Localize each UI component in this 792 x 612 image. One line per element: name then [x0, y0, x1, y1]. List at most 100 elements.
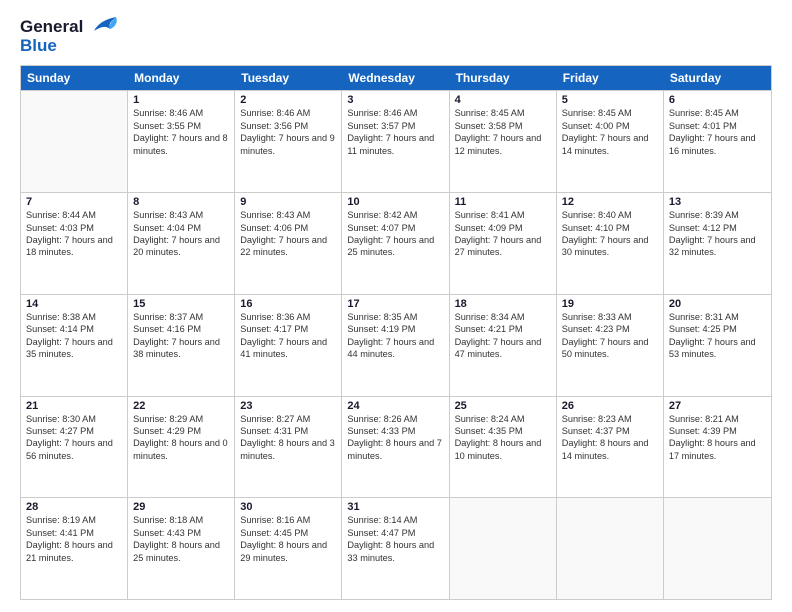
day-number: 31	[347, 501, 443, 513]
day-number: 9	[240, 196, 336, 208]
cal-header-saturday: Saturday	[664, 66, 771, 90]
daylight-text: Daylight: 7 hours and 16 minutes.	[669, 132, 766, 157]
sunrise-text: Sunrise: 8:46 AM	[133, 107, 229, 119]
day-number: 7	[26, 196, 122, 208]
sunrise-text: Sunrise: 8:31 AM	[669, 311, 766, 323]
cal-cell	[557, 498, 664, 599]
cal-cell: 10Sunrise: 8:42 AMSunset: 4:07 PMDayligh…	[342, 193, 449, 294]
sunset-text: Sunset: 4:09 PM	[455, 222, 551, 234]
cal-cell: 1Sunrise: 8:46 AMSunset: 3:55 PMDaylight…	[128, 91, 235, 192]
calendar-body: 1Sunrise: 8:46 AMSunset: 3:55 PMDaylight…	[21, 90, 771, 599]
sunrise-text: Sunrise: 8:14 AM	[347, 514, 443, 526]
daylight-text: Daylight: 7 hours and 18 minutes.	[26, 234, 122, 259]
cal-cell	[664, 498, 771, 599]
cal-cell: 28Sunrise: 8:19 AMSunset: 4:41 PMDayligh…	[21, 498, 128, 599]
sunrise-text: Sunrise: 8:43 AM	[133, 209, 229, 221]
day-number: 12	[562, 196, 658, 208]
sunset-text: Sunset: 4:41 PM	[26, 527, 122, 539]
sunset-text: Sunset: 3:57 PM	[347, 120, 443, 132]
sunrise-text: Sunrise: 8:34 AM	[455, 311, 551, 323]
sunrise-text: Sunrise: 8:19 AM	[26, 514, 122, 526]
cal-row-3: 14Sunrise: 8:38 AMSunset: 4:14 PMDayligh…	[21, 294, 771, 396]
cal-cell	[21, 91, 128, 192]
sunset-text: Sunset: 4:45 PM	[240, 527, 336, 539]
sunset-text: Sunset: 4:29 PM	[133, 425, 229, 437]
sunrise-text: Sunrise: 8:26 AM	[347, 413, 443, 425]
sunrise-text: Sunrise: 8:36 AM	[240, 311, 336, 323]
daylight-text: Daylight: 7 hours and 50 minutes.	[562, 336, 658, 361]
sunset-text: Sunset: 4:35 PM	[455, 425, 551, 437]
day-number: 13	[669, 196, 766, 208]
cal-cell: 8Sunrise: 8:43 AMSunset: 4:04 PMDaylight…	[128, 193, 235, 294]
cal-row-1: 1Sunrise: 8:46 AMSunset: 3:55 PMDaylight…	[21, 90, 771, 192]
sunrise-text: Sunrise: 8:16 AM	[240, 514, 336, 526]
sunset-text: Sunset: 4:27 PM	[26, 425, 122, 437]
day-number: 21	[26, 400, 122, 412]
cal-header-thursday: Thursday	[450, 66, 557, 90]
sunrise-text: Sunrise: 8:21 AM	[669, 413, 766, 425]
day-number: 10	[347, 196, 443, 208]
day-number: 11	[455, 196, 551, 208]
sunset-text: Sunset: 4:25 PM	[669, 323, 766, 335]
sunset-text: Sunset: 4:37 PM	[562, 425, 658, 437]
sunset-text: Sunset: 4:06 PM	[240, 222, 336, 234]
day-number: 29	[133, 501, 229, 513]
sunset-text: Sunset: 3:56 PM	[240, 120, 336, 132]
cal-header-sunday: Sunday	[21, 66, 128, 90]
daylight-text: Daylight: 7 hours and 27 minutes.	[455, 234, 551, 259]
sunrise-text: Sunrise: 8:27 AM	[240, 413, 336, 425]
sunset-text: Sunset: 4:10 PM	[562, 222, 658, 234]
sunrise-text: Sunrise: 8:23 AM	[562, 413, 658, 425]
cal-cell: 14Sunrise: 8:38 AMSunset: 4:14 PMDayligh…	[21, 295, 128, 396]
logo-bird-icon	[90, 13, 118, 37]
cal-cell: 20Sunrise: 8:31 AMSunset: 4:25 PMDayligh…	[664, 295, 771, 396]
sunrise-text: Sunrise: 8:33 AM	[562, 311, 658, 323]
day-number: 2	[240, 94, 336, 106]
day-number: 20	[669, 298, 766, 310]
cal-row-4: 21Sunrise: 8:30 AMSunset: 4:27 PMDayligh…	[21, 396, 771, 498]
logo-blue: Blue	[20, 37, 118, 56]
daylight-text: Daylight: 8 hours and 10 minutes.	[455, 437, 551, 462]
daylight-text: Daylight: 7 hours and 32 minutes.	[669, 234, 766, 259]
sunrise-text: Sunrise: 8:45 AM	[455, 107, 551, 119]
daylight-text: Daylight: 8 hours and 3 minutes.	[240, 437, 336, 462]
calendar: SundayMondayTuesdayWednesdayThursdayFrid…	[20, 65, 772, 600]
logo-general: General	[20, 18, 118, 37]
sunrise-text: Sunrise: 8:46 AM	[347, 107, 443, 119]
cal-cell: 23Sunrise: 8:27 AMSunset: 4:31 PMDayligh…	[235, 397, 342, 498]
sunrise-text: Sunrise: 8:24 AM	[455, 413, 551, 425]
day-number: 6	[669, 94, 766, 106]
sunset-text: Sunset: 4:07 PM	[347, 222, 443, 234]
cal-cell: 3Sunrise: 8:46 AMSunset: 3:57 PMDaylight…	[342, 91, 449, 192]
sunrise-text: Sunrise: 8:29 AM	[133, 413, 229, 425]
daylight-text: Daylight: 7 hours and 35 minutes.	[26, 336, 122, 361]
sunrise-text: Sunrise: 8:30 AM	[26, 413, 122, 425]
sunrise-text: Sunrise: 8:37 AM	[133, 311, 229, 323]
sunrise-text: Sunrise: 8:45 AM	[562, 107, 658, 119]
daylight-text: Daylight: 7 hours and 25 minutes.	[347, 234, 443, 259]
sunrise-text: Sunrise: 8:41 AM	[455, 209, 551, 221]
cal-cell: 26Sunrise: 8:23 AMSunset: 4:37 PMDayligh…	[557, 397, 664, 498]
day-number: 30	[240, 501, 336, 513]
daylight-text: Daylight: 7 hours and 56 minutes.	[26, 437, 122, 462]
daylight-text: Daylight: 8 hours and 21 minutes.	[26, 539, 122, 564]
day-number: 25	[455, 400, 551, 412]
sunrise-text: Sunrise: 8:46 AM	[240, 107, 336, 119]
daylight-text: Daylight: 8 hours and 0 minutes.	[133, 437, 229, 462]
sunrise-text: Sunrise: 8:18 AM	[133, 514, 229, 526]
sunrise-text: Sunrise: 8:43 AM	[240, 209, 336, 221]
daylight-text: Daylight: 7 hours and 20 minutes.	[133, 234, 229, 259]
daylight-text: Daylight: 7 hours and 12 minutes.	[455, 132, 551, 157]
cal-cell: 7Sunrise: 8:44 AMSunset: 4:03 PMDaylight…	[21, 193, 128, 294]
cal-cell: 24Sunrise: 8:26 AMSunset: 4:33 PMDayligh…	[342, 397, 449, 498]
cal-header-monday: Monday	[128, 66, 235, 90]
day-number: 23	[240, 400, 336, 412]
cal-cell: 4Sunrise: 8:45 AMSunset: 3:58 PMDaylight…	[450, 91, 557, 192]
sunset-text: Sunset: 3:55 PM	[133, 120, 229, 132]
cal-row-2: 7Sunrise: 8:44 AMSunset: 4:03 PMDaylight…	[21, 192, 771, 294]
sunset-text: Sunset: 4:19 PM	[347, 323, 443, 335]
cal-cell: 25Sunrise: 8:24 AMSunset: 4:35 PMDayligh…	[450, 397, 557, 498]
cal-header-friday: Friday	[557, 66, 664, 90]
sunrise-text: Sunrise: 8:45 AM	[669, 107, 766, 119]
daylight-text: Daylight: 8 hours and 7 minutes.	[347, 437, 443, 462]
